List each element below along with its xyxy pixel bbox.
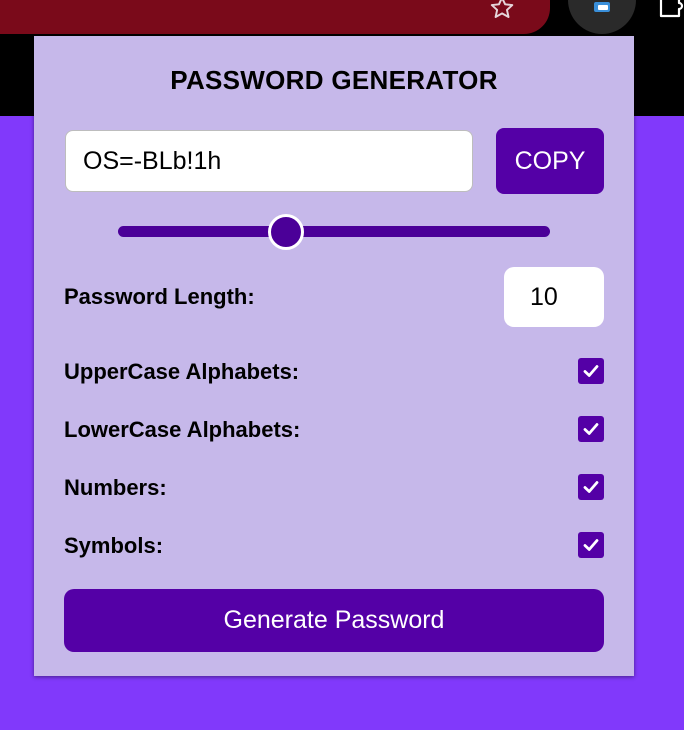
password-text: OS=-BLb!1h (83, 146, 222, 175)
popup-title: PASSWORD GENERATOR (170, 65, 498, 95)
uppercase-checkbox[interactable] (578, 358, 604, 384)
generate-password-button[interactable]: Generate Password (64, 589, 604, 652)
password-length-input[interactable]: 10 (504, 267, 604, 327)
browser-tab[interactable] (0, 0, 550, 34)
password-length-value: 10 (530, 282, 558, 311)
checkmark-icon (583, 365, 599, 377)
checkmark-icon (583, 481, 599, 493)
lowercase-checkbox[interactable] (578, 416, 604, 442)
lowercase-label: LowerCase Alphabets: (64, 417, 301, 442)
extension-icon[interactable] (568, 0, 636, 34)
password-generator-popup: PASSWORD GENERATOR OS=-BLb!1h COPY Passw… (34, 36, 634, 676)
password-output-field[interactable]: OS=-BLb!1h (65, 130, 473, 192)
checkmark-icon (583, 423, 599, 435)
copy-button[interactable]: COPY (496, 128, 604, 194)
symbols-checkbox[interactable] (578, 532, 604, 558)
symbols-label: Symbols: (64, 533, 164, 558)
uppercase-label: UpperCase Alphabets: (64, 359, 300, 384)
password-length-label: Password Length: (64, 284, 255, 309)
numbers-checkbox[interactable] (578, 474, 604, 500)
length-slider-track[interactable] (118, 226, 550, 237)
numbers-label: Numbers: (64, 475, 167, 500)
length-slider-thumb[interactable] (268, 214, 305, 250)
puzzle-icon[interactable] (655, 0, 684, 20)
checkmark-icon (583, 539, 599, 551)
bookmark-star-icon[interactable] (486, 0, 518, 24)
